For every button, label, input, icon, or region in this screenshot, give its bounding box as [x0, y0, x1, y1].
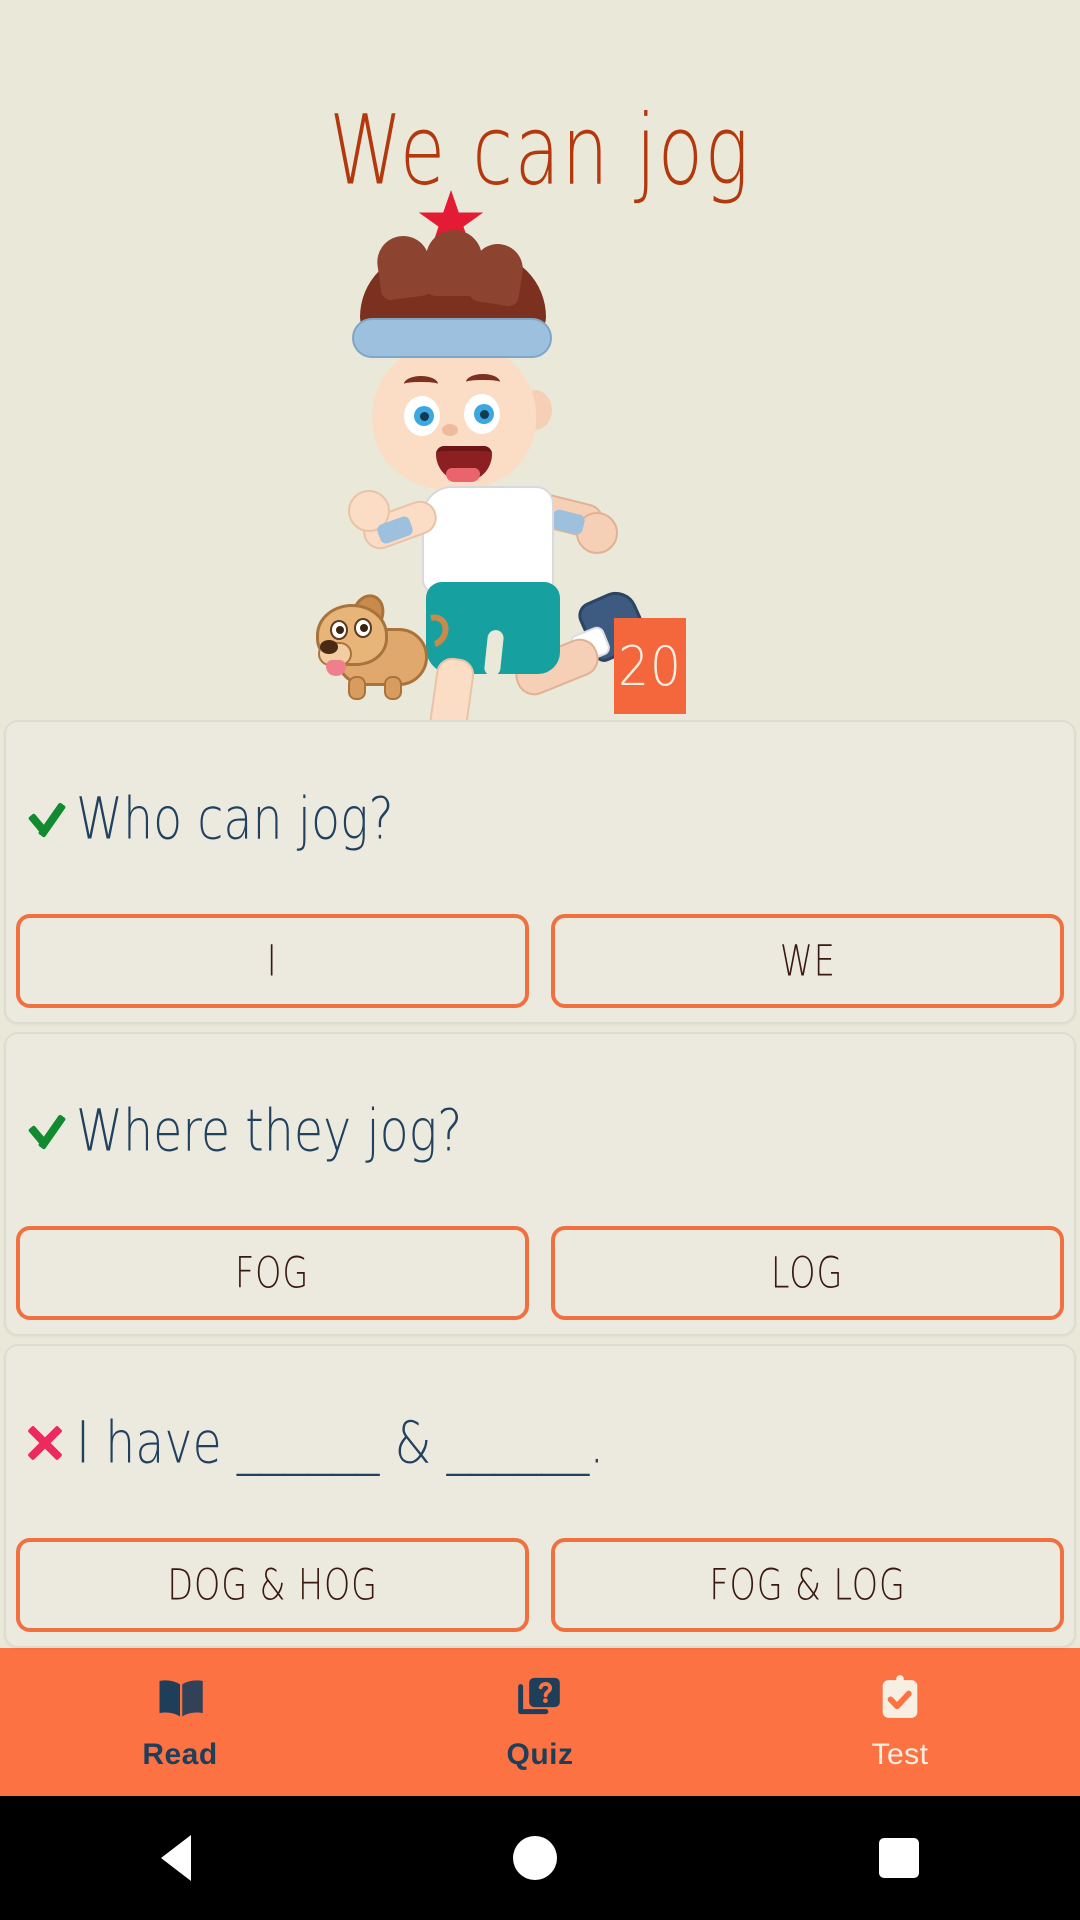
question-text: I have ______ & ______. [76, 1407, 605, 1477]
android-system-bar [0, 1796, 1080, 1920]
character-pupil [480, 410, 489, 419]
nav-tab-label: Quiz [506, 1738, 574, 1771]
question-card: Where they jog? FOG LOG [4, 1032, 1076, 1336]
answer-button[interactable]: I [16, 914, 529, 1008]
question-card-icon [513, 1672, 567, 1726]
check-icon [22, 1107, 68, 1153]
nav-tab-read[interactable]: Read [0, 1648, 360, 1796]
answer-button[interactable]: FOG [16, 1226, 529, 1320]
lesson-illustration [300, 190, 653, 788]
question-list: Who can jog? I WE Where they jog? FOG LO… [0, 720, 1080, 1648]
question-row: I have ______ & ______. [6, 1346, 1074, 1538]
character-pupil [420, 412, 429, 421]
answer-button[interactable]: DOG & HOG [16, 1538, 529, 1632]
dog-pupil [360, 624, 368, 632]
dog-nose [320, 640, 338, 654]
answer-label: DOG & HOG [167, 1560, 378, 1610]
question-row: Where they jog? [6, 1034, 1074, 1226]
nav-tab-quiz[interactable]: Quiz [360, 1648, 720, 1796]
answer-label: FOG [235, 1248, 310, 1298]
question-text: Who can jog? [76, 783, 394, 853]
question-card: Who can jog? I WE [4, 720, 1076, 1024]
answer-label: WE [779, 936, 836, 986]
answer-options: I WE [6, 914, 1074, 1008]
hero-section: We can jog 20 [0, 0, 1080, 788]
answer-options: FOG LOG [6, 1226, 1074, 1320]
question-text: Where they jog? [76, 1095, 463, 1165]
character-eyebrow [404, 376, 438, 392]
answer-label: LOG [771, 1248, 844, 1298]
answer-label: FOG & LOG [709, 1560, 906, 1610]
answer-label: I [267, 936, 278, 986]
question-row: Who can jog? [6, 722, 1074, 914]
answer-button[interactable]: FOG & LOG [551, 1538, 1064, 1632]
open-book-icon [153, 1672, 207, 1726]
answer-options: DOG & HOG FOG & LOG [6, 1538, 1074, 1632]
clipboard-check-icon [873, 1672, 927, 1726]
nav-tab-label: Read [142, 1738, 218, 1771]
dog-leg [384, 676, 402, 700]
character-headband [352, 318, 552, 358]
bottom-navigation: Read Quiz Test [0, 1648, 1080, 1796]
answer-button[interactable]: LOG [551, 1226, 1064, 1320]
character-eyebrow [466, 374, 500, 390]
dog-pupil [336, 626, 344, 634]
cross-icon [22, 1419, 68, 1465]
dog-leg [348, 676, 366, 700]
recents-square-icon[interactable] [879, 1838, 919, 1878]
back-triangle-icon[interactable] [161, 1835, 191, 1881]
score-badge: 20 [614, 618, 686, 714]
nav-tab-label: Test [871, 1738, 929, 1771]
home-circle-icon[interactable] [513, 1836, 557, 1880]
character-tongue [446, 468, 480, 482]
question-card: I have ______ & ______. DOG & HOG FOG & … [4, 1344, 1076, 1648]
character-shirt [422, 486, 554, 594]
character-nose [442, 424, 458, 436]
check-icon [22, 795, 68, 841]
answer-button[interactable]: WE [551, 914, 1064, 1008]
nav-tab-test[interactable]: Test [720, 1648, 1080, 1796]
app-screen: We can jog 20 Who can jog? I WE Where th… [0, 0, 1080, 1920]
